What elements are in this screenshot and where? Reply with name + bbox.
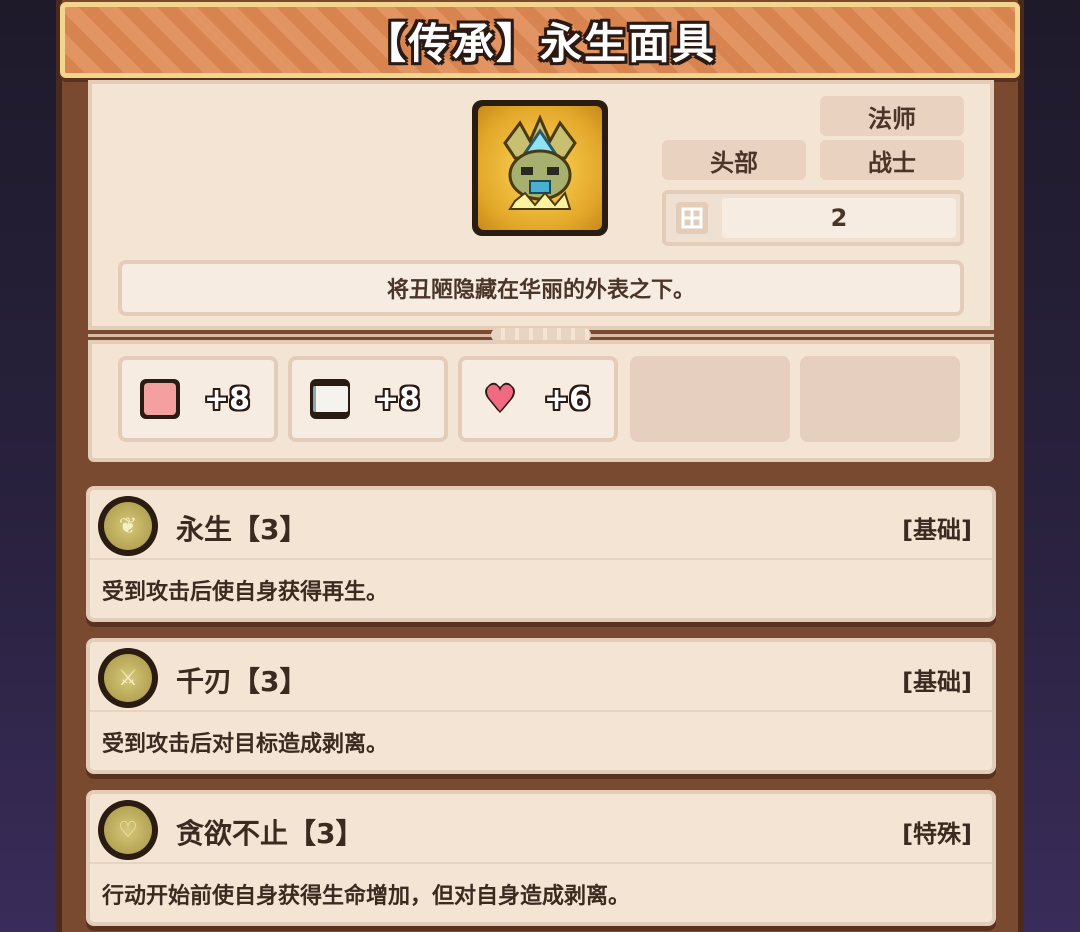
slot-tag-head: 头部 [662, 140, 806, 180]
item-title: 【传承】永生面具 [363, 18, 716, 68]
skill-card[interactable]: ♡ 贪欲不止【3】 [特殊] 行动开始前使自身获得生命增加，但对自身造成剥离。 [86, 790, 996, 926]
skill-type: [基础] [902, 668, 972, 696]
skill-description: 受到攻击后对目标造成剥离。 [102, 732, 389, 757]
stat-slot-health[interactable]: ♥ +6 [458, 356, 618, 442]
stat-value: +6 [544, 381, 591, 417]
golden-crowned-mask-icon [478, 106, 602, 230]
stat-slot-strength[interactable]: +8 [118, 356, 278, 442]
title-bar: 【传承】永生面具 [60, 2, 1020, 78]
skill-type: [特殊] [902, 820, 972, 848]
heart-icon: ♥ [483, 378, 517, 420]
book-icon [310, 379, 350, 419]
stat-slot-empty [800, 356, 960, 442]
regeneration-skill-icon: ❦ [98, 496, 158, 556]
skill-divider [90, 710, 992, 712]
skill-description: 受到攻击后使自身获得再生。 [102, 580, 389, 605]
class-tag-mage: 法师 [820, 96, 964, 136]
stack-count-value: 2 [722, 198, 956, 238]
skill-divider [90, 862, 992, 864]
item-icon-frame[interactable] [472, 100, 608, 236]
grid-icon [676, 202, 708, 234]
class-tag-warrior: 战士 [820, 140, 964, 180]
stat-value: +8 [374, 381, 421, 417]
skill-name: 千刃【3】 [176, 665, 308, 698]
skill-card[interactable]: ⚔ 千刃【3】 [基础] 受到攻击后对目标造成剥离。 [86, 638, 996, 774]
background-left [0, 0, 60, 932]
background-right [1020, 0, 1080, 932]
skill-type: [基础] [902, 516, 972, 544]
heart-skill-icon: ♡ [98, 800, 158, 860]
stack-count-box: 2 [662, 190, 964, 246]
blades-skill-icon: ⚔ [98, 648, 158, 708]
skill-divider [90, 558, 992, 560]
skill-name: 永生【3】 [176, 513, 308, 546]
fist-icon [140, 379, 180, 419]
stat-slot-intellect[interactable]: +8 [288, 356, 448, 442]
skill-card[interactable]: ❦ 永生【3】 [基础] 受到攻击后使自身获得再生。 [86, 486, 996, 622]
stat-value: +8 [204, 381, 251, 417]
skill-description: 行动开始前使自身获得生命增加，但对自身造成剥离。 [102, 884, 631, 909]
stat-slot-empty [630, 356, 790, 442]
skill-name: 贪欲不止【3】 [176, 817, 364, 850]
item-description: 将丑陋隐藏在华丽的外表之下。 [118, 260, 964, 316]
